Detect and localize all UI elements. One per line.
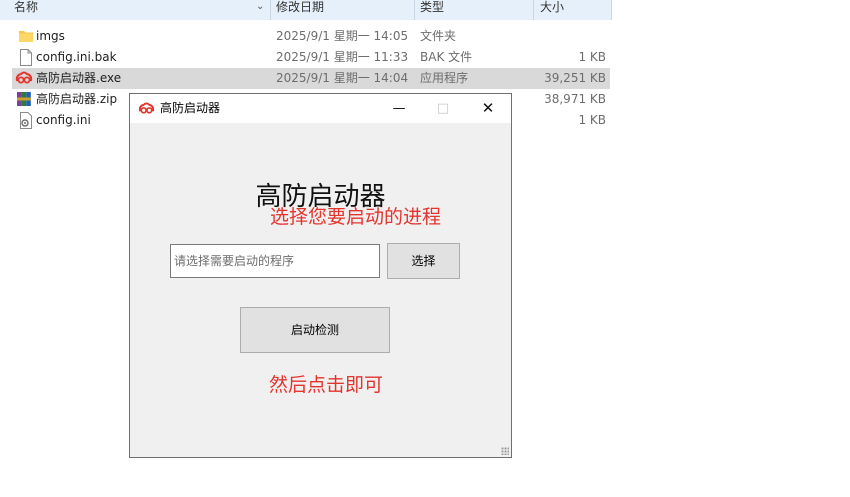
- file-name[interactable]: 高防启动器.zip: [36, 89, 117, 110]
- program-path-input[interactable]: 请选择需要启动的程序: [170, 244, 380, 278]
- app-logo-icon: [138, 102, 155, 114]
- hint-text: 然后点击即可: [269, 374, 384, 396]
- close-button[interactable]: ✕: [465, 94, 511, 123]
- column-header-name[interactable]: 名称: [14, 0, 38, 20]
- column-separator[interactable]: [533, 0, 534, 20]
- file-date: 2025/9/1 星期一 14:04: [276, 71, 409, 85]
- window-title: 高防启动器: [160, 101, 221, 115]
- file-type: BAK 文件: [420, 50, 473, 64]
- column-separator[interactable]: [414, 0, 415, 20]
- column-header-type[interactable]: 类型: [420, 0, 444, 20]
- file-type: 应用程序: [420, 71, 469, 85]
- column-header-date[interactable]: 修改日期: [276, 0, 324, 20]
- select-button[interactable]: 选择: [387, 243, 460, 279]
- file-date: 2025/9/1 星期一 14:05: [276, 29, 409, 43]
- file-size: 39,251 KB: [544, 71, 606, 85]
- file-name[interactable]: config.ini: [36, 110, 91, 131]
- file-name[interactable]: 高防启动器.exe: [36, 68, 121, 89]
- minimize-button[interactable]: —: [376, 94, 422, 123]
- app-logo-icon: [15, 71, 33, 84]
- archive-icon: [17, 92, 31, 106]
- launcher-window[interactable]: 高防启动器 — □ ✕ 高防启动器 选择您要启动的进程 请选择需要启动的程序 选…: [129, 93, 512, 458]
- window-titlebar[interactable]: 高防启动器 — □ ✕: [130, 94, 511, 123]
- file-size: 1 KB: [578, 50, 606, 64]
- file-size: 1 KB: [578, 113, 606, 127]
- file-name[interactable]: config.ini.bak: [36, 47, 117, 68]
- instruction-text: 选择您要启动的进程: [270, 206, 442, 228]
- file-size: 38,971 KB: [544, 92, 606, 106]
- column-separator[interactable]: [270, 0, 271, 20]
- file-date: 2025/9/1 星期一 11:33: [276, 50, 409, 64]
- column-separator[interactable]: [611, 0, 612, 20]
- file-name[interactable]: imgs: [36, 26, 65, 47]
- settings-file-icon: [20, 112, 32, 129]
- start-check-button[interactable]: 启动检测: [240, 307, 390, 353]
- column-header-size[interactable]: 大小: [540, 0, 564, 20]
- sort-chevron-icon[interactable]: ⌄: [256, 0, 264, 14]
- file-type: 文件夹: [420, 29, 457, 43]
- resize-grip-icon[interactable]: [501, 447, 509, 455]
- folder-icon: [19, 31, 33, 42]
- blank-file-icon: [20, 49, 32, 66]
- maximize-button[interactable]: □: [420, 94, 466, 123]
